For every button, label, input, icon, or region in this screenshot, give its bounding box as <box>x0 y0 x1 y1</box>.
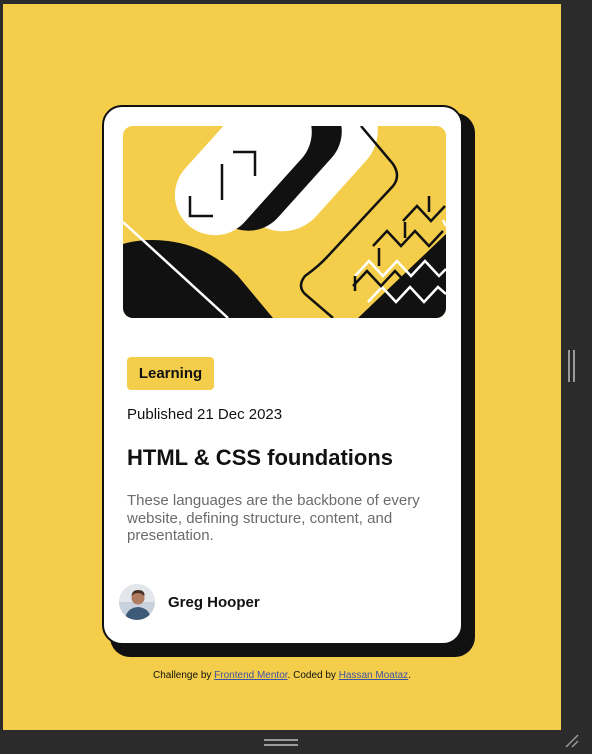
page-viewport: Learning Published 21 Dec 2023 HTML & CS… <box>3 4 561 730</box>
attribution-middle: . Coded by <box>287 670 339 681</box>
published-date: Published 21 Dec 2023 <box>127 406 283 423</box>
card-illustration <box>123 126 446 318</box>
avatar <box>119 584 155 620</box>
window-side-bar <box>561 0 592 753</box>
author-link[interactable]: Hassan Moataz <box>339 670 408 681</box>
author-name: Greg Hooper <box>168 594 260 611</box>
resize-handle-horizontal-icon[interactable] <box>264 739 298 747</box>
card-description: These languages are the backbone of ever… <box>127 492 420 544</box>
blog-preview-card: Learning Published 21 Dec 2023 HTML & CS… <box>102 105 463 645</box>
attribution-suffix: . <box>408 670 411 681</box>
resize-handle-vertical-icon[interactable] <box>568 350 576 382</box>
category-tag: Learning <box>127 357 214 390</box>
frontend-mentor-link[interactable]: Frontend Mentor <box>214 670 287 681</box>
attribution-prefix: Challenge by <box>153 670 215 681</box>
avatar-photo <box>119 584 155 620</box>
attribution: Challenge by Frontend Mentor. Coded by H… <box>3 670 561 681</box>
resize-corner-icon[interactable] <box>564 733 580 749</box>
card-title[interactable]: HTML & CSS foundations <box>127 445 393 471</box>
abstract-shapes-illustration <box>123 126 446 318</box>
